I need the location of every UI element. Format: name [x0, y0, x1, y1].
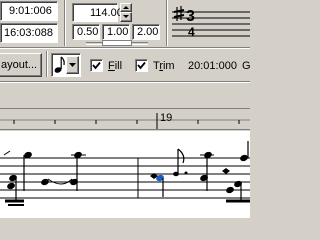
time-total-value: 16:03:088 [4, 27, 53, 39]
time-signature-staff [172, 6, 250, 37]
note-group [41, 151, 86, 191]
ruler-ticks [0, 113, 250, 129]
layout-button[interactable]: ayout... [0, 53, 42, 77]
ruler[interactable]: 19 [0, 108, 250, 130]
tempo-field[interactable]: 114.00 [72, 3, 123, 22]
time-position-field[interactable]: 9:01:006 [0, 1, 58, 21]
checkmark-icon [137, 61, 146, 70]
arrow-up-icon [123, 6, 129, 9]
trailing-char: G [242, 60, 251, 72]
toolbar-separator [0, 81, 250, 83]
chevron-down-icon [69, 63, 76, 67]
note-group [3, 150, 32, 206]
speed-double-button[interactable]: 2.00 [132, 24, 160, 40]
time-readout: 20:01:000 [188, 60, 237, 72]
arrow-down-icon [123, 15, 129, 18]
top-separator [0, 47, 250, 49]
layout-button-label: ayout... [1, 59, 38, 71]
speed-half-button[interactable]: 0.50 [72, 24, 100, 40]
speed-normal-label: 1.00 [107, 26, 129, 38]
note-group [200, 141, 250, 203]
toolbar-divider [46, 51, 48, 77]
sharp-icon [173, 6, 185, 21]
note-value-select[interactable] [51, 53, 81, 77]
speed-normal-button[interactable]: 1.00 [102, 24, 130, 40]
score-area[interactable] [0, 131, 250, 218]
time-total-field[interactable]: 16:03:088 [0, 23, 58, 43]
trim-checkbox[interactable] [135, 59, 148, 72]
note-value-dropdown-button[interactable] [66, 56, 79, 74]
fill-checkbox[interactable] [90, 59, 103, 72]
tempo-spin-down-button[interactable] [120, 12, 132, 22]
track-area [0, 84, 250, 108]
trim-label: Trim [153, 60, 175, 72]
eighth-note-icon [54, 56, 65, 73]
tempo-spin-up-button[interactable] [120, 3, 132, 12]
panel-divider-2 [166, 0, 168, 46]
score-staff [0, 141, 250, 206]
ruler-measure-label: 19 [160, 112, 173, 124]
speed-half-label: 0.50 [77, 26, 99, 38]
time-position-value: 9:01:006 [9, 5, 52, 17]
speed-double-label: 2.00 [137, 26, 159, 38]
panel-divider [64, 0, 66, 46]
speed-slider[interactable] [86, 40, 148, 46]
checkmark-icon [92, 61, 101, 70]
time-signature-bottom: 4 [188, 25, 195, 39]
time-signature-panel[interactable]: 3 4 [172, 4, 250, 42]
tempo-value: 114.00 [90, 7, 123, 19]
speed-slider-thumb[interactable] [102, 40, 132, 46]
fill-label: Fill [108, 60, 123, 72]
time-signature-top: 3 [186, 8, 195, 25]
